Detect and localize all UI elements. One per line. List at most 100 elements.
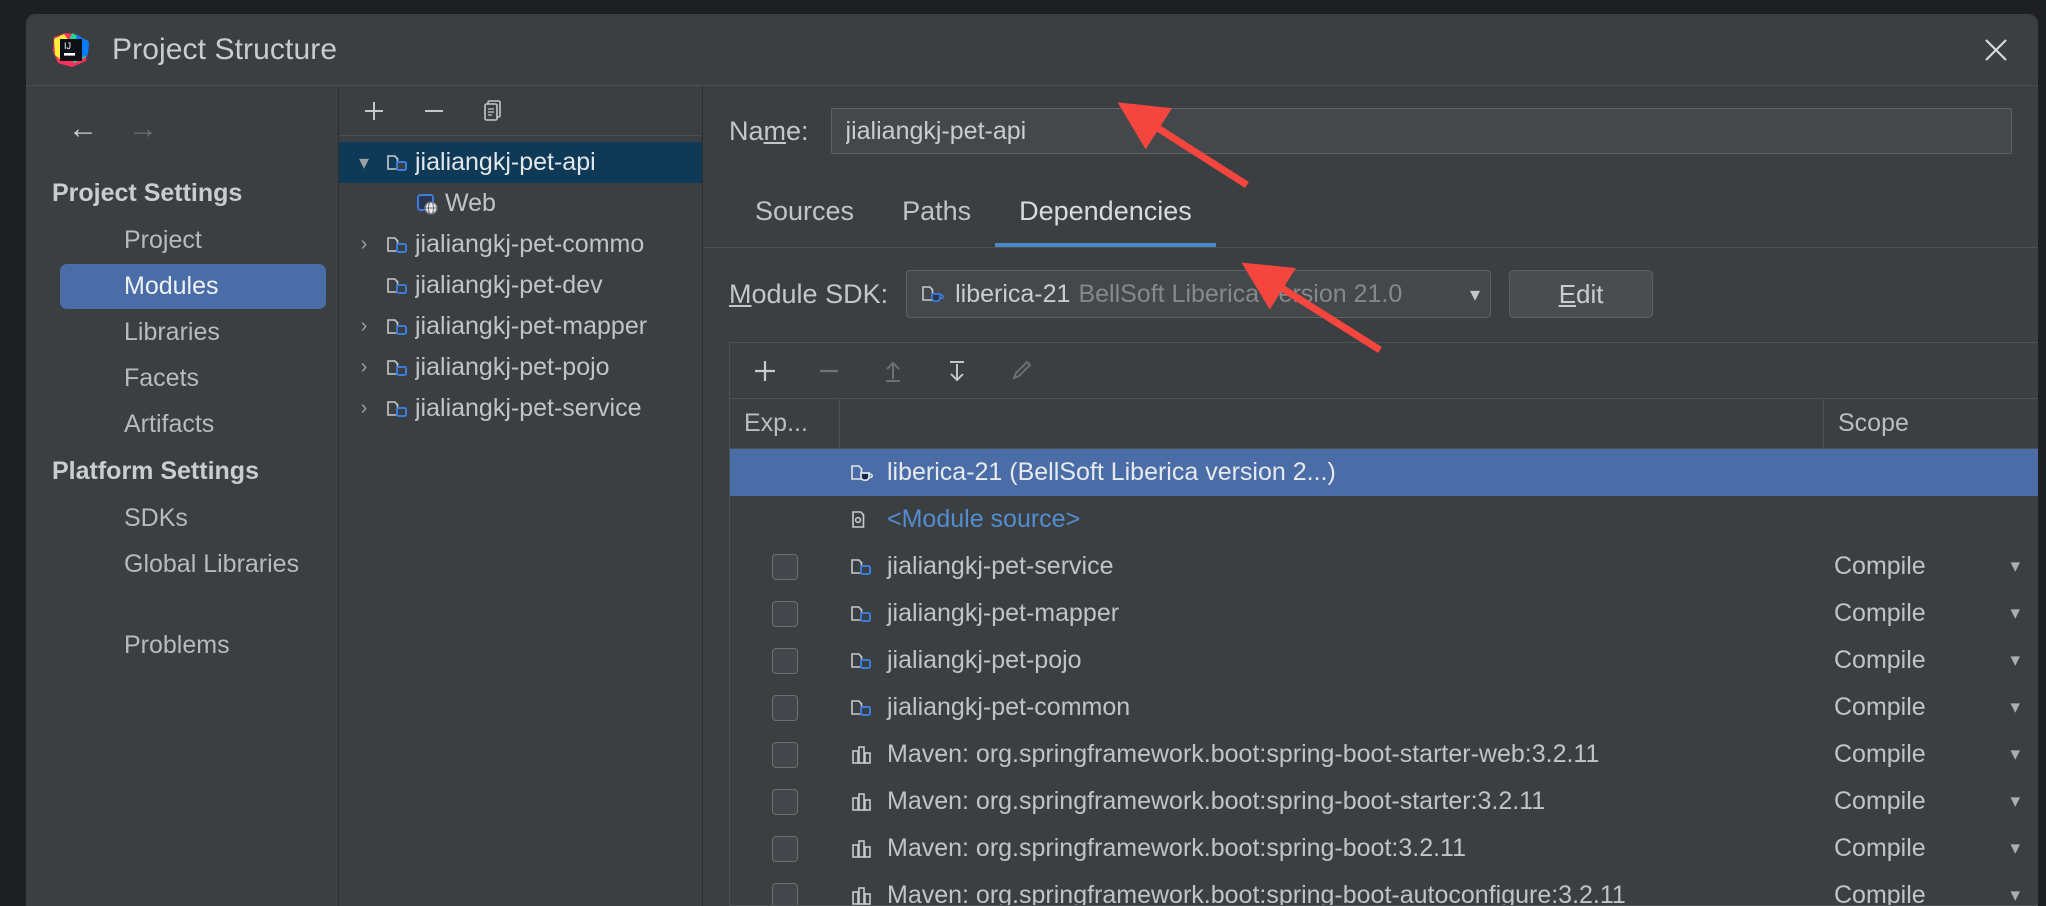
chevron-down-icon[interactable]: ▾ (2010, 555, 2020, 578)
module-sdk-dropdown[interactable]: liberica-21 BellSoft Liberica version 21… (906, 270, 1492, 318)
scope-cell[interactable]: Compile ▾ (1824, 740, 2038, 769)
module-folder-icon (848, 553, 876, 581)
export-cell[interactable] (730, 741, 840, 768)
table-row[interactable]: jialiangkj-pet-pojo Compile ▾ (730, 637, 2038, 684)
copy-module-button[interactable] (479, 96, 509, 126)
export-cell[interactable] (730, 553, 840, 580)
tree-item-label: jialiangkj-pet-service (415, 394, 642, 422)
remove-module-button[interactable] (419, 96, 449, 126)
maven-library-icon (848, 788, 876, 816)
add-module-button[interactable] (359, 96, 389, 126)
chevron-down-icon[interactable]: ▾ (2010, 602, 2020, 625)
module-sdk-value: liberica-21 (955, 279, 1071, 308)
scope-cell[interactable]: Compile ▾ (1824, 552, 2038, 581)
chevron-down-icon[interactable]: ▾ (2010, 696, 2020, 719)
sidebar-item-modules[interactable]: Modules (60, 264, 326, 309)
export-cell[interactable] (730, 600, 840, 627)
pencil-icon[interactable] (1004, 354, 1038, 388)
dependency-name-cell: Maven: org.springframework.boot:spring-b… (840, 740, 1824, 769)
sidebar-item-facets[interactable]: Facets (60, 356, 326, 401)
export-checkbox[interactable] (772, 882, 798, 905)
table-row[interactable]: liberica-21 (BellSoft Liberica version 2… (730, 449, 2038, 496)
arrow-down-icon[interactable] (940, 354, 974, 388)
export-checkbox[interactable] (772, 553, 798, 580)
dependency-name-cell: Maven: org.springframework.boot:spring-b… (840, 834, 1824, 863)
table-row[interactable]: jialiangkj-pet-service Compile ▾ (730, 543, 2038, 590)
chevron-right-icon[interactable]: › (347, 397, 381, 420)
maven-library-icon (848, 835, 876, 863)
chevron-right-icon[interactable]: › (347, 315, 381, 338)
add-dependency-button[interactable] (748, 354, 782, 388)
sidebar-group-platform-settings: Platform Settings (52, 457, 259, 485)
edit-sdk-button[interactable]: Edit (1509, 270, 1654, 318)
sidebar-item-global-libraries[interactable]: Global Libraries (60, 542, 326, 587)
table-row[interactable]: Maven: org.springframework.boot:spring-b… (730, 872, 2038, 905)
export-checkbox[interactable] (772, 835, 798, 862)
sidebar-item-libraries[interactable]: Libraries (60, 310, 326, 355)
column-header-export[interactable]: Exp... (730, 399, 840, 448)
tab-paths[interactable]: Paths (878, 186, 995, 247)
table-row[interactable]: <Module source> (730, 496, 2038, 543)
remove-dependency-button[interactable] (812, 354, 846, 388)
sidebar-group-project-settings: Project Settings (52, 179, 243, 207)
table-row[interactable]: Maven: org.springframework.boot:spring-b… (730, 731, 2038, 778)
tab-sources[interactable]: Sources (731, 186, 878, 247)
scope-cell[interactable]: Compile ▾ (1824, 881, 2038, 905)
export-cell[interactable] (730, 835, 840, 862)
export-cell[interactable] (730, 694, 840, 721)
arrow-right-icon[interactable]: → (128, 114, 158, 144)
close-icon[interactable] (1974, 28, 2018, 72)
table-row[interactable]: jialiangkj-pet-common Compile ▾ (730, 684, 2038, 731)
arrow-left-icon[interactable]: ← (68, 114, 98, 144)
chevron-down-icon[interactable]: ▾ (2010, 790, 2020, 813)
sidebar-item-artifacts[interactable]: Artifacts (60, 402, 326, 447)
chevron-down-icon[interactable]: ▾ (347, 150, 381, 175)
svg-text:IJ: IJ (64, 41, 71, 51)
dependencies-toolbar (730, 343, 2038, 399)
chevron-down-icon[interactable]: ▾ (1464, 282, 1480, 307)
chevron-down-icon[interactable]: ▾ (2010, 837, 2020, 860)
scope-cell[interactable]: Compile ▾ (1824, 646, 2038, 675)
sidebar-item-problems[interactable]: Problems (60, 623, 326, 668)
scope-cell[interactable]: Compile ▾ (1824, 693, 2038, 722)
tree-item-jialiangkj-pet-common[interactable]: › jialiangkj-pet-commo (339, 224, 702, 265)
table-row[interactable]: jialiangkj-pet-mapper Compile ▾ (730, 590, 2038, 637)
module-name-input[interactable] (830, 108, 2012, 154)
module-name-label: Name: (729, 115, 809, 146)
chevron-down-icon[interactable]: ▾ (2010, 649, 2020, 672)
export-cell[interactable] (730, 788, 840, 815)
scope-cell[interactable]: Compile ▾ (1824, 787, 2038, 816)
scope-cell[interactable]: Compile ▾ (1824, 599, 2038, 628)
scope-cell[interactable]: Compile ▾ (1824, 834, 2038, 863)
tree-item-jialiangkj-pet-mapper[interactable]: › jialiangkj-pet-mapper (339, 306, 702, 347)
chevron-down-icon[interactable]: ▾ (2010, 743, 2020, 766)
tab-dependencies[interactable]: Dependencies (995, 186, 1216, 247)
tree-item-jialiangkj-pet-dev[interactable]: jialiangkj-pet-dev (339, 265, 702, 306)
column-header-name[interactable] (840, 399, 1824, 448)
export-cell[interactable] (730, 647, 840, 674)
dependency-name: Maven: org.springframework.boot:spring-b… (887, 740, 1600, 768)
export-checkbox[interactable] (772, 600, 798, 627)
table-row[interactable]: Maven: org.springframework.boot:spring-b… (730, 778, 2038, 825)
chevron-down-icon[interactable]: ▾ (2010, 884, 2020, 905)
table-row[interactable]: Maven: org.springframework.boot:spring-b… (730, 825, 2038, 872)
export-checkbox[interactable] (772, 788, 798, 815)
tree-item-web[interactable]: Web (339, 183, 702, 224)
sidebar-item-project[interactable]: Project (60, 218, 326, 263)
dependency-name-cell: liberica-21 (BellSoft Liberica version 2… (840, 458, 1824, 487)
export-checkbox[interactable] (772, 694, 798, 721)
tree-item-jialiangkj-pet-pojo[interactable]: › jialiangkj-pet-pojo (339, 347, 702, 388)
tree-item-jialiangkj-pet-api[interactable]: ▾ jialiangkj-pet-api (339, 142, 702, 183)
export-cell[interactable] (730, 882, 840, 905)
export-checkbox[interactable] (772, 647, 798, 674)
dialog-body: ← → Project Settings Project Modules Lib… (26, 86, 2038, 906)
tree-item-jialiangkj-pet-service[interactable]: › jialiangkj-pet-service (339, 388, 702, 429)
dependency-name-cell: Maven: org.springframework.boot:spring-b… (840, 787, 1824, 816)
arrow-up-icon[interactable] (876, 354, 910, 388)
chevron-right-icon[interactable]: › (347, 233, 381, 256)
settings-sidebar: ← → Project Settings Project Modules Lib… (26, 86, 339, 906)
sidebar-item-sdks[interactable]: SDKs (60, 496, 326, 541)
column-header-scope[interactable]: Scope (1824, 399, 2038, 448)
export-checkbox[interactable] (772, 741, 798, 768)
chevron-right-icon[interactable]: › (347, 356, 381, 379)
